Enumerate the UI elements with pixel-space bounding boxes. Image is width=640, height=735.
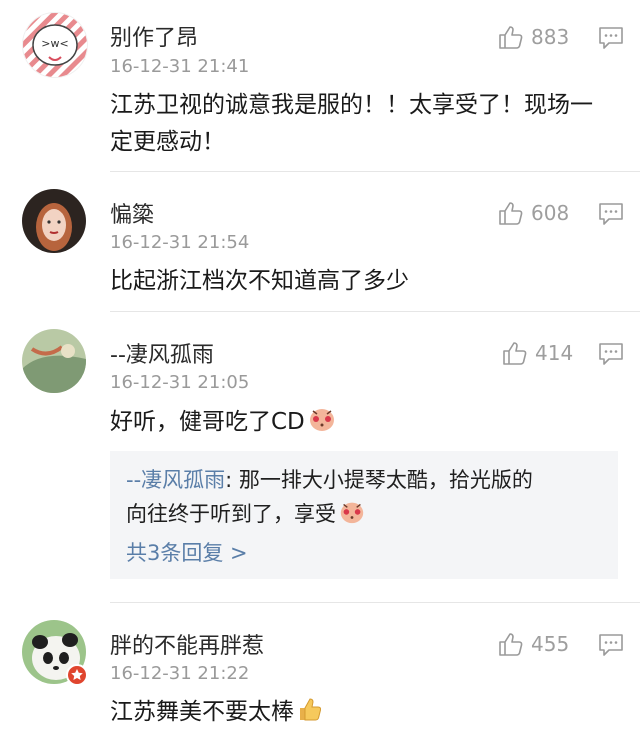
username[interactable]: 胖的不能再胖惹 bbox=[110, 628, 264, 660]
divider bbox=[110, 602, 640, 603]
shy-face-emoji bbox=[307, 403, 337, 433]
timestamp: 16-12-31 21:05 bbox=[110, 372, 250, 393]
timestamp: 16-12-31 21:41 bbox=[110, 56, 250, 77]
reply-separator: : bbox=[225, 468, 239, 492]
avatar[interactable]: >w< bbox=[22, 12, 88, 78]
reply-button[interactable] bbox=[598, 633, 624, 657]
like-count: 608 bbox=[531, 201, 570, 225]
thumbs-up-icon bbox=[499, 202, 523, 225]
reply-text: 那一排大小提琴太酷，拾光版的 bbox=[238, 468, 533, 492]
comment-text: 好听，健哥吃了CD bbox=[110, 403, 610, 441]
timestamp: 16-12-31 21:54 bbox=[110, 232, 250, 253]
thumbs-up-icon bbox=[499, 26, 523, 49]
thumbs-up-icon bbox=[503, 342, 527, 365]
like-button[interactable]: 883 bbox=[498, 22, 569, 52]
like-count: 883 bbox=[531, 25, 570, 49]
reply-button[interactable] bbox=[598, 202, 624, 226]
like-count: 455 bbox=[531, 632, 570, 656]
reply-author[interactable]: --凄风孤雨 bbox=[126, 468, 225, 492]
like-button[interactable]: 455 bbox=[498, 629, 569, 659]
comment-text: 江苏舞美不要太棒 bbox=[110, 694, 610, 731]
reply-text: 向往终于听到了，享受 bbox=[126, 502, 336, 526]
comment-text: 江苏卫视的诚意我是服的！！太享受了！现场一定更感动！ bbox=[110, 92, 593, 155]
comment-icon bbox=[599, 203, 623, 225]
verified-badge bbox=[66, 664, 88, 686]
username[interactable]: 惼簗 bbox=[110, 197, 154, 229]
username[interactable]: --凄风孤雨 bbox=[110, 337, 214, 369]
like-button[interactable]: 608 bbox=[498, 198, 569, 228]
like-count: 414 bbox=[535, 341, 574, 365]
reply-text-line: 向往终于听到了，享受 bbox=[126, 497, 606, 531]
comment-icon bbox=[599, 27, 623, 49]
comment-text-content: 好听，健哥吃了CD bbox=[110, 409, 305, 435]
comment-icon bbox=[599, 634, 623, 656]
divider bbox=[110, 171, 640, 172]
comment-icon bbox=[599, 343, 623, 365]
comment-text: 比起浙江档次不知道高了多少 bbox=[110, 268, 409, 294]
timestamp: 16-12-31 21:22 bbox=[110, 663, 250, 684]
reply-button[interactable] bbox=[598, 342, 624, 366]
thumbs-up-emoji bbox=[296, 695, 326, 725]
more-replies-link[interactable]: 共3条回复 > bbox=[126, 537, 248, 567]
comment-text-content: 江苏舞美不要太棒 bbox=[110, 699, 294, 725]
avatar[interactable] bbox=[22, 189, 86, 253]
avatar[interactable] bbox=[22, 329, 86, 393]
thumbs-up-icon bbox=[499, 633, 523, 656]
svg-text:>w<: >w< bbox=[41, 37, 68, 50]
like-button[interactable]: 414 bbox=[502, 338, 573, 368]
divider bbox=[110, 311, 640, 312]
reply-text-line: --凄风孤雨: 那一排大小提琴太酷，拾光版的 bbox=[126, 463, 606, 497]
shy-face-emoji bbox=[338, 497, 368, 527]
reply-preview[interactable]: --凄风孤雨: 那一排大小提琴太酷，拾光版的 向往终于听到了，享受 共3条回复 … bbox=[110, 451, 618, 579]
reply-button[interactable] bbox=[598, 26, 624, 50]
username[interactable]: 别作了昂 bbox=[110, 20, 198, 52]
